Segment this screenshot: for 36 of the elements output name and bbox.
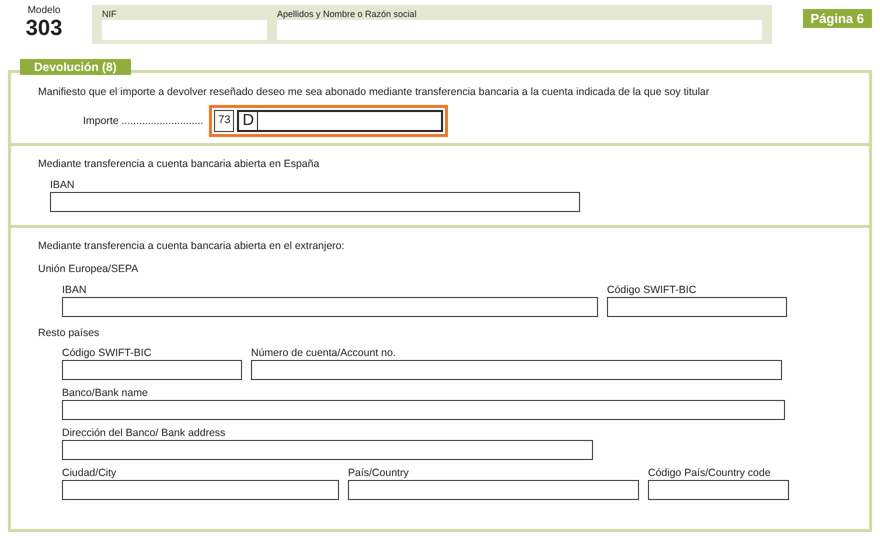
field-label: Número de cuenta/Account no. <box>251 347 397 360</box>
field-label: Código País/Country code <box>648 467 772 480</box>
field-label: IBAN <box>50 179 76 192</box>
input-field[interactable] <box>251 360 782 380</box>
input-field[interactable] <box>50 192 580 212</box>
group-title: Resto países <box>38 327 100 340</box>
section-title: Devolución (8) <box>20 59 131 75</box>
model-number: 303 <box>26 16 62 40</box>
field-label: IBAN <box>62 284 88 297</box>
input-field[interactable] <box>348 480 639 500</box>
amount-field[interactable]: D <box>237 110 444 132</box>
input-field[interactable] <box>62 297 598 317</box>
input-field[interactable] <box>62 400 785 420</box>
field-label: Dirección del Banco/ Bank address <box>62 427 226 440</box>
statement-text: Manifiesto que el importe a devolver reseñado deseo me sea abonado mediante transferencia bancaria a la cuenta indicada de la que soy titular <box>38 86 710 99</box>
input-field[interactable] <box>62 480 339 500</box>
field-label: Código SWIFT-BIC <box>607 284 698 297</box>
box-number: 73 <box>214 110 234 132</box>
input-field[interactable] <box>607 297 787 317</box>
group-title: Unión Europea/SEPA <box>38 263 140 276</box>
input-field[interactable] <box>62 440 593 460</box>
input-field[interactable] <box>648 480 789 500</box>
page-badge: Página 6 <box>802 9 872 28</box>
field-label: Código SWIFT-BIC <box>62 347 152 360</box>
model-label: Modelo <box>28 5 60 16</box>
field-label: Apellidos y Nombre o Razón social <box>277 8 418 20</box>
input-field[interactable] <box>102 20 267 40</box>
field-label: NIF <box>102 8 118 20</box>
subsection-title: Mediante transferencia a cuenta bancaria abierta en España <box>38 158 320 171</box>
input-field[interactable] <box>62 360 242 380</box>
field-label: País/Country <box>348 467 410 480</box>
amount-label: Importe ............................ <box>83 114 204 128</box>
field-label: Ciudad/City <box>62 467 118 480</box>
field-label: Banco/Bank name <box>62 387 149 400</box>
input-field[interactable] <box>277 20 762 40</box>
subsection-title: Mediante transferencia a cuenta bancaria abierta en el extranjero: <box>38 240 346 253</box>
